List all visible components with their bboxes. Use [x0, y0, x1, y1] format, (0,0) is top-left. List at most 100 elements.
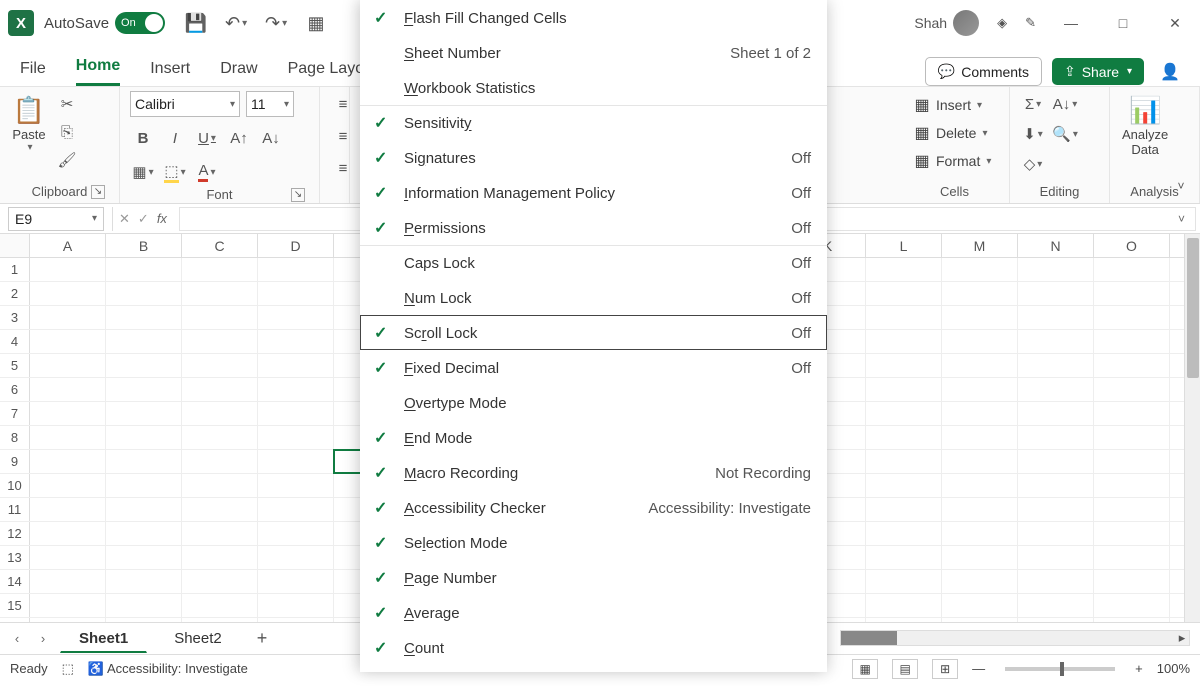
cell[interactable] — [182, 354, 258, 377]
cell[interactable] — [182, 306, 258, 329]
user-account[interactable]: Shah — [914, 10, 979, 36]
tab-insert[interactable]: Insert — [150, 54, 190, 86]
row-header[interactable]: 7 — [0, 402, 30, 425]
cell[interactable] — [1018, 474, 1094, 497]
cell[interactable] — [182, 546, 258, 569]
add-sheet-button[interactable]: + — [249, 628, 276, 649]
cell[interactable] — [1018, 594, 1094, 617]
cell[interactable] — [866, 498, 942, 521]
cell[interactable] — [1018, 426, 1094, 449]
cell[interactable] — [1018, 306, 1094, 329]
person-icon[interactable]: 👤 — [1160, 62, 1180, 82]
cell[interactable] — [106, 546, 182, 569]
cell[interactable] — [866, 354, 942, 377]
autosum-icon[interactable]: Σ▾ — [1020, 91, 1046, 117]
status-menu-item[interactable]: Caps LockOff — [360, 245, 827, 280]
cell[interactable] — [866, 306, 942, 329]
autosave-toggle[interactable]: On — [115, 12, 165, 34]
cell[interactable] — [942, 522, 1018, 545]
row-header[interactable]: 14 — [0, 570, 30, 593]
sort-filter-icon[interactable]: A↓▾ — [1052, 91, 1078, 117]
enter-icon[interactable]: ✓ — [138, 211, 149, 227]
cell[interactable] — [258, 450, 334, 473]
cell[interactable] — [942, 402, 1018, 425]
cell[interactable] — [866, 378, 942, 401]
shrink-font-icon[interactable]: A↓ — [258, 125, 284, 151]
cell[interactable] — [1094, 426, 1170, 449]
cell[interactable] — [30, 570, 106, 593]
paste-button[interactable]: 📋 Paste ▾ — [10, 91, 48, 155]
cell[interactable] — [866, 594, 942, 617]
name-box[interactable]: E9▾ — [8, 207, 104, 231]
sheet-tab-sheet1[interactable]: Sheet1 — [60, 625, 147, 653]
sheet-nav-prev-icon[interactable]: ‹ — [8, 627, 26, 651]
cell[interactable] — [106, 498, 182, 521]
sheet-nav-next-icon[interactable]: › — [34, 627, 52, 651]
cell[interactable] — [942, 594, 1018, 617]
cell[interactable] — [30, 258, 106, 281]
dialog-launcher-icon[interactable]: ↘ — [91, 185, 105, 199]
cell[interactable] — [1018, 522, 1094, 545]
cell[interactable] — [182, 426, 258, 449]
cell[interactable] — [258, 570, 334, 593]
cell[interactable] — [258, 258, 334, 281]
row-header[interactable]: 3 — [0, 306, 30, 329]
cell[interactable] — [258, 282, 334, 305]
cell[interactable] — [182, 450, 258, 473]
cell[interactable] — [1018, 330, 1094, 353]
cell[interactable] — [1018, 546, 1094, 569]
cell[interactable] — [258, 426, 334, 449]
cell[interactable] — [258, 594, 334, 617]
cell[interactable] — [106, 426, 182, 449]
cell[interactable] — [30, 450, 106, 473]
cell[interactable] — [1094, 474, 1170, 497]
cell[interactable] — [30, 522, 106, 545]
row-header[interactable]: 5 — [0, 354, 30, 377]
font-size-combo[interactable]: 11▾ — [246, 91, 294, 117]
cell[interactable] — [30, 354, 106, 377]
row-header[interactable]: 10 — [0, 474, 30, 497]
cancel-icon[interactable]: ✕ — [119, 211, 130, 227]
minimize-button[interactable]: — — [1054, 8, 1088, 38]
column-header[interactable]: O — [1094, 234, 1170, 257]
status-menu-item[interactable]: ✓Accessibility CheckerAccessibility: Inv… — [360, 490, 827, 525]
cell[interactable] — [942, 330, 1018, 353]
cell[interactable] — [942, 306, 1018, 329]
cell[interactable] — [106, 330, 182, 353]
cell[interactable] — [258, 402, 334, 425]
clear-icon[interactable]: ◇▾ — [1020, 151, 1046, 177]
cell[interactable] — [1018, 282, 1094, 305]
cell[interactable] — [1094, 498, 1170, 521]
cell[interactable] — [182, 330, 258, 353]
page-break-view-icon[interactable]: ⊞ — [932, 659, 958, 679]
insert-cells-button[interactable]: ▦Insert▾ — [910, 91, 984, 119]
row-header[interactable]: 9 — [0, 450, 30, 473]
close-button[interactable]: ✕ — [1158, 8, 1192, 38]
cell[interactable] — [258, 306, 334, 329]
cell[interactable] — [942, 378, 1018, 401]
cell[interactable] — [106, 594, 182, 617]
cut-icon[interactable]: ✂ — [54, 91, 80, 117]
comments-button[interactable]: 💬 Comments — [925, 57, 1042, 86]
cell[interactable] — [1094, 546, 1170, 569]
qat-icon[interactable]: ▦ — [303, 10, 329, 36]
cell[interactable] — [258, 498, 334, 521]
format-painter-icon[interactable]: 🖌 — [54, 147, 80, 173]
column-header[interactable]: B — [106, 234, 182, 257]
underline-button[interactable]: U▾ — [194, 125, 220, 151]
cell[interactable] — [30, 282, 106, 305]
cell[interactable] — [182, 258, 258, 281]
cell[interactable] — [182, 498, 258, 521]
cell[interactable] — [106, 402, 182, 425]
cell[interactable] — [30, 546, 106, 569]
cell[interactable] — [1094, 522, 1170, 545]
cell[interactable] — [106, 570, 182, 593]
cell[interactable] — [1094, 450, 1170, 473]
status-menu-item[interactable]: ✓Flash Fill Changed Cells — [360, 0, 827, 35]
status-menu-item[interactable]: ✓Count — [360, 630, 827, 665]
status-menu-item[interactable]: ✓Scroll LockOff — [360, 315, 827, 350]
cell[interactable] — [182, 594, 258, 617]
column-header[interactable]: A — [30, 234, 106, 257]
cell[interactable] — [106, 258, 182, 281]
cell[interactable] — [1018, 378, 1094, 401]
